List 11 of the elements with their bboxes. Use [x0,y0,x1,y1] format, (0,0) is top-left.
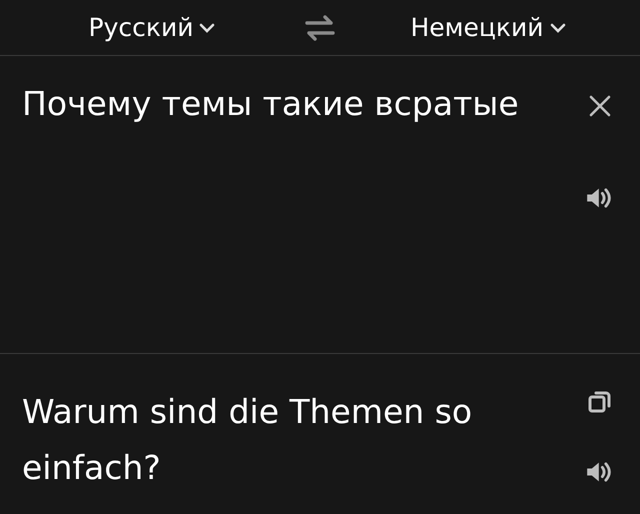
close-icon[interactable] [588,94,612,118]
source-language-button[interactable]: Русский [88,13,216,42]
chevron-down-icon [199,22,216,34]
speaker-icon[interactable] [586,460,614,484]
input-field[interactable]: Почему темы такие всратые [22,76,580,353]
speaker-icon[interactable] [586,186,614,210]
swap-icon[interactable] [304,14,336,40]
translation-text: Warum sind die Themen so einfach? [22,391,474,489]
chevron-down-icon [550,22,566,34]
target-language-button[interactable]: Немецкий [410,13,566,42]
copy-icon[interactable] [588,390,612,414]
